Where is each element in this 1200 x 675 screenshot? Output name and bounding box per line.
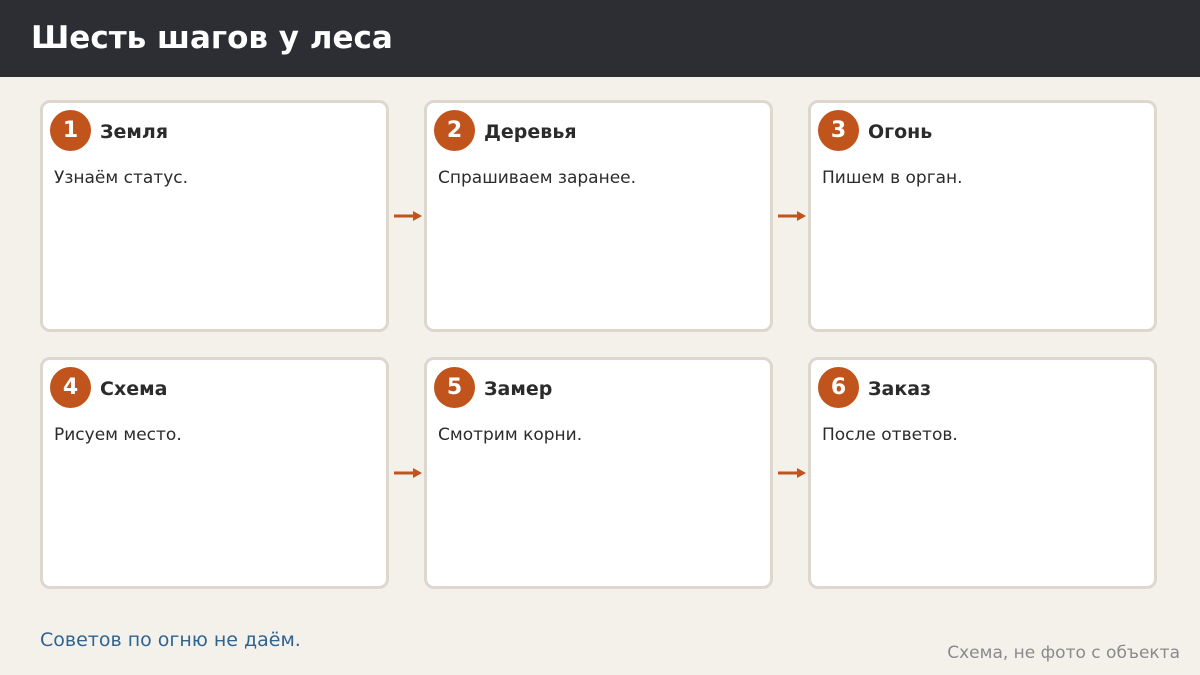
step-number-badge: 5 bbox=[434, 367, 475, 408]
step-description: Пишем в орган. bbox=[822, 168, 963, 188]
step-number-badge: 1 bbox=[50, 110, 91, 151]
arrow-right-icon bbox=[394, 211, 422, 221]
step-card-6: 6 Заказ После ответов. bbox=[808, 357, 1157, 589]
step-card-2: 2 Деревья Спрашиваем заранее. bbox=[424, 100, 773, 332]
step-description: Рисуем место. bbox=[54, 425, 182, 445]
step-title: Замер bbox=[484, 378, 553, 400]
step-title: Схема bbox=[100, 378, 168, 400]
step-title: Огонь bbox=[868, 121, 933, 143]
step-number-badge: 3 bbox=[818, 110, 859, 151]
step-description: Смотрим корни. bbox=[438, 425, 583, 445]
arrow-right-icon bbox=[394, 468, 422, 478]
step-number-badge: 4 bbox=[50, 367, 91, 408]
step-description: Узнаём статус. bbox=[54, 168, 188, 188]
step-description: После ответов. bbox=[822, 425, 958, 445]
step-title: Заказ bbox=[868, 378, 932, 400]
step-card-1: 1 Земля Узнаём статус. bbox=[40, 100, 389, 332]
arrow-right-icon bbox=[778, 468, 806, 478]
step-number-badge: 2 bbox=[434, 110, 475, 151]
step-description: Спрашиваем заранее. bbox=[438, 168, 637, 188]
arrow-right-icon bbox=[778, 211, 806, 221]
header-bar: Шесть шагов у леса bbox=[0, 0, 1200, 77]
step-number-badge: 6 bbox=[818, 367, 859, 408]
step-card-5: 5 Замер Смотрим корни. bbox=[424, 357, 773, 589]
step-card-3: 3 Огонь Пишем в орган. bbox=[808, 100, 1157, 332]
step-title: Деревья bbox=[484, 121, 577, 143]
image-caption: Схема, не фото с объекта bbox=[947, 643, 1180, 663]
page-title: Шесть шагов у леса bbox=[31, 20, 393, 56]
disclaimer-note: Советов по огню не даём. bbox=[40, 629, 301, 651]
step-card-4: 4 Схема Рисуем место. bbox=[40, 357, 389, 589]
step-title: Земля bbox=[100, 121, 169, 143]
